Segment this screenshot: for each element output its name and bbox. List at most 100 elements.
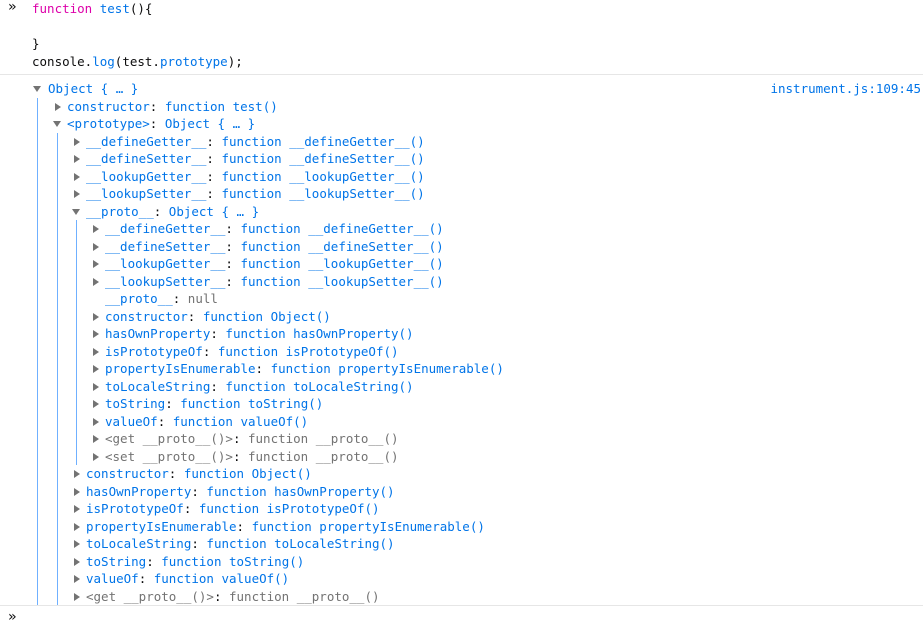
collapsed-arrow-icon[interactable]: [74, 540, 80, 548]
command-line[interactable]: »: [0, 606, 923, 643]
collapsed-arrow-icon[interactable]: [74, 557, 80, 566]
tree-row-colon: :: [225, 256, 241, 271]
input-prompt-icon: »: [8, 0, 17, 15]
tree-row-colon: :: [206, 168, 222, 184]
collapsed-arrow-icon[interactable]: [93, 417, 99, 426]
tree-row[interactable]: toString: function toString(): [105, 395, 323, 413]
tree-row[interactable]: hasOwnProperty: function hasOwnProperty(…: [105, 325, 414, 343]
input-output-separator: [0, 74, 923, 75]
tree-row[interactable]: __defineGetter__: function __defineGette…: [105, 220, 444, 238]
collapsed-arrow-icon[interactable]: [74, 155, 80, 163]
tree-row[interactable]: propertyIsEnumerable: function propertyI…: [105, 360, 504, 378]
command-line-input[interactable]: [32, 612, 906, 632]
tree-row[interactable]: valueOf: function valueOf(): [105, 413, 308, 431]
tree-row-value: function __defineGetter__(): [240, 221, 444, 236]
tree-row-key: __defineGetter__: [86, 133, 207, 149]
tree-row[interactable]: <set __proto__()>: function __proto__(): [105, 448, 399, 466]
tree-row[interactable]: <prototype>: Object { … }: [67, 115, 255, 133]
code-line: }: [32, 35, 40, 53]
tree-row-colon: :: [232, 448, 248, 464]
tree-row-key: __defineSetter__: [105, 238, 226, 254]
tree-row[interactable]: toLocaleString: function toLocaleString(…: [86, 535, 395, 553]
tree-row-colon: :: [149, 116, 165, 131]
tree-row-colon: :: [168, 466, 184, 481]
tree-row[interactable]: toString: function toString(): [86, 553, 304, 571]
tree-row[interactable]: <get __proto__()>: function __proto__(): [86, 588, 380, 606]
collapsed-arrow-icon[interactable]: [93, 277, 99, 286]
collapsed-arrow-icon[interactable]: [93, 330, 99, 338]
tree-row-key: toString: [86, 553, 147, 569]
tree-row[interactable]: hasOwnProperty: function hasOwnProperty(…: [86, 483, 395, 501]
collapsed-arrow-icon[interactable]: [93, 452, 99, 461]
code-token: (test.: [114, 53, 160, 69]
collapsed-arrow-icon[interactable]: [74, 575, 80, 583]
tree-row[interactable]: valueOf: function valueOf(): [86, 570, 289, 588]
tree-row-value: function toString(): [161, 553, 305, 569]
expanded-arrow-icon[interactable]: [33, 86, 41, 92]
tree-row-colon: :: [206, 186, 222, 201]
code-token: );: [227, 53, 243, 69]
collapsed-arrow-icon[interactable]: [93, 435, 99, 443]
tree-row-key: <set __proto__()>: [105, 448, 233, 464]
collapsed-arrow-icon[interactable]: [93, 260, 99, 268]
tree-row[interactable]: __proto__: Object { … }: [86, 203, 259, 221]
tree-row[interactable]: constructor: function test(): [67, 98, 278, 116]
code-line: console.log(test.prototype);: [32, 53, 243, 71]
collapsed-arrow-icon[interactable]: [74, 487, 80, 496]
tree-row[interactable]: constructor: function Object(): [105, 308, 331, 326]
collapsed-arrow-icon[interactable]: [55, 102, 61, 111]
tree-row[interactable]: propertyIsEnumerable: function propertyI…: [86, 518, 485, 536]
code-token: function: [32, 1, 93, 16]
tree-row[interactable]: __lookupSetter__: function __lookupSette…: [105, 273, 444, 291]
collapsed-arrow-icon[interactable]: [74, 172, 80, 181]
tree-row-value: function __lookupGetter__(): [240, 256, 444, 271]
tree-row-value: function Object(): [202, 308, 331, 324]
collapsed-arrow-icon[interactable]: [93, 400, 99, 408]
tree-row-key: constructor: [105, 308, 188, 324]
expanded-arrow-icon[interactable]: [53, 121, 61, 127]
code-token: log: [92, 53, 115, 69]
collapsed-arrow-icon[interactable]: [93, 365, 99, 373]
collapsed-arrow-icon[interactable]: [74, 190, 80, 198]
collapsed-arrow-icon[interactable]: [74, 592, 80, 601]
tree-row[interactable]: Object { … }: [48, 80, 138, 98]
collapsed-arrow-icon[interactable]: [74, 137, 80, 146]
tree-row-value: function valueOf(): [172, 413, 309, 429]
collapsed-arrow-icon[interactable]: [93, 242, 99, 251]
tree-row-colon: :: [232, 431, 248, 446]
tree-row-colon: :: [183, 501, 199, 516]
collapsed-arrow-icon[interactable]: [93, 347, 99, 356]
tree-row-key: toString: [105, 396, 166, 411]
tree-row[interactable]: isPrototypeOf: function isPrototypeOf(): [105, 343, 399, 361]
tree-row[interactable]: toLocaleString: function toLocaleString(…: [105, 378, 414, 396]
tree-row-key: __lookupGetter__: [105, 256, 226, 271]
tree-row[interactable]: isPrototypeOf: function isPrototypeOf(): [86, 500, 380, 518]
expanded-arrow-icon[interactable]: [72, 208, 80, 215]
tree-row[interactable]: __lookupGetter__: function __lookupGette…: [86, 168, 425, 186]
collapsed-arrow-icon[interactable]: [74, 470, 80, 478]
tree-row[interactable]: constructor: function Object(): [86, 465, 312, 483]
tree-row-value: function isPrototypeOf(): [217, 343, 399, 359]
tree-row[interactable]: __lookupGetter__: function __lookupGette…: [105, 255, 444, 273]
tree-row-key: __proto__: [86, 203, 154, 219]
tree-row-colon: :: [225, 238, 241, 254]
tree-row[interactable]: __defineGetter__: function __defineGette…: [86, 133, 425, 151]
tree-row[interactable]: __defineSetter__: function __defineSette…: [86, 150, 425, 168]
tree-row-value: function __defineGetter__(): [221, 133, 425, 149]
source-location-link[interactable]: instrument.js:109:45: [770, 80, 921, 98]
tree-row-colon: :: [165, 396, 181, 411]
tree-row-key: Object { … }: [48, 81, 139, 96]
tree-row-colon: :: [138, 571, 154, 586]
code-token: (){: [129, 1, 153, 16]
collapsed-arrow-icon[interactable]: [93, 225, 99, 233]
collapsed-arrow-icon[interactable]: [93, 312, 99, 321]
tree-row-key: valueOf: [105, 413, 158, 429]
collapsed-arrow-icon[interactable]: [74, 522, 80, 531]
collapsed-arrow-icon[interactable]: [74, 505, 80, 513]
tree-row-value: function __proto__(): [248, 448, 399, 464]
tree-row[interactable]: <get __proto__()>: function __proto__(): [105, 430, 399, 448]
tree-row[interactable]: __defineSetter__: function __defineSette…: [105, 238, 444, 256]
collapsed-arrow-icon[interactable]: [93, 382, 99, 391]
tree-row[interactable]: __lookupSetter__: function __lookupSette…: [86, 185, 425, 203]
